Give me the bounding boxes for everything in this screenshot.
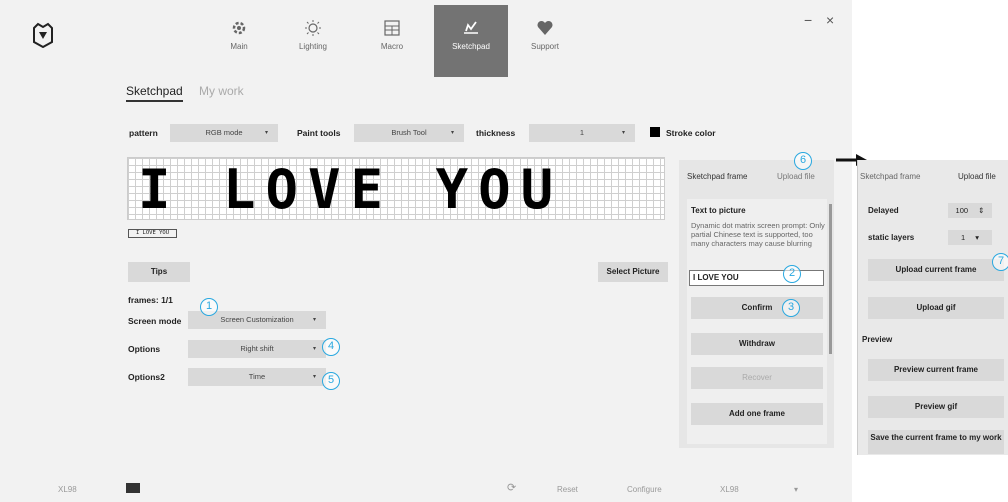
heart-icon bbox=[537, 20, 553, 35]
screen-mode-label: Screen mode bbox=[128, 316, 182, 326]
preview-label: Preview bbox=[862, 335, 893, 344]
footer-model: XL98 bbox=[58, 485, 77, 494]
panel-scrollbar[interactable] bbox=[829, 204, 832, 354]
tab-main[interactable]: Main bbox=[202, 5, 276, 77]
panel-tab-sketchpad-frame[interactable]: Sketchpad frame bbox=[687, 172, 747, 181]
thickness-select[interactable]: 1 ▾ bbox=[529, 124, 635, 142]
text-to-picture-input[interactable]: I LOVE YOU bbox=[689, 270, 824, 286]
options2-select[interactable]: Time ▾ bbox=[188, 368, 326, 386]
delayed-stepper[interactable]: 100 ⇕ bbox=[948, 203, 992, 218]
preview-current-frame-button[interactable]: Preview current frame bbox=[868, 359, 1004, 381]
callout-6: 6 bbox=[794, 152, 812, 170]
configure-button[interactable]: Configure bbox=[627, 485, 662, 494]
tab-macro[interactable]: Macro bbox=[355, 5, 429, 77]
chevron-down-icon: ▾ bbox=[312, 317, 316, 323]
paint-tools-value: Brush Tool bbox=[391, 128, 427, 137]
stroke-color-label: Stroke color bbox=[666, 128, 716, 138]
options2-label: Options2 bbox=[128, 372, 165, 382]
tab-lighting-label: Lighting bbox=[298, 42, 328, 51]
callout-3: 3 bbox=[782, 299, 800, 317]
screen-mode-value: Screen Customization bbox=[220, 315, 294, 324]
static-layers-label: static layers bbox=[868, 233, 915, 242]
matrix-text: I LOVE YOU bbox=[138, 158, 564, 220]
confirm-button[interactable]: Confirm bbox=[691, 297, 823, 319]
add-frame-button[interactable]: Add one frame bbox=[691, 403, 823, 425]
frames-counter: frames: 1/1 bbox=[128, 295, 173, 305]
tab-macro-label: Macro bbox=[380, 42, 404, 51]
minimize-button[interactable]: − bbox=[804, 12, 812, 28]
chevron-down-icon: ▾ bbox=[975, 233, 980, 242]
text-to-picture-desc: Dynamic dot matrix screen prompt: Only p… bbox=[691, 221, 825, 248]
save-frame-button[interactable]: Save the current frame to my work bbox=[868, 430, 1004, 454]
options-label: Options bbox=[128, 344, 161, 354]
tab-sketchpad[interactable]: Sketchpad bbox=[434, 5, 508, 77]
stroke-color-swatch[interactable] bbox=[650, 127, 660, 137]
tab-lighting[interactable]: Lighting bbox=[276, 5, 350, 77]
grid-icon bbox=[384, 20, 400, 36]
chevron-down-icon: ▾ bbox=[312, 346, 316, 352]
tab-sketchpad-label: Sketchpad bbox=[452, 42, 490, 51]
zoomed-upload-panel: Sketchpad frame Upload file Delayed 100 … bbox=[857, 160, 1008, 455]
static-layers-select[interactable]: 1 ▾ bbox=[948, 230, 992, 245]
keyboard-icon bbox=[126, 483, 140, 493]
options-value: Right shift bbox=[240, 344, 274, 353]
tips-button[interactable]: Tips bbox=[128, 262, 190, 282]
pattern-select[interactable]: RGB mode ▾ bbox=[170, 124, 278, 142]
chevron-down-icon: ▾ bbox=[621, 130, 625, 136]
paint-tools-select[interactable]: Brush Tool ▾ bbox=[354, 124, 464, 142]
upload-gif-button[interactable]: Upload gif bbox=[868, 297, 1004, 319]
main-window: Main Lighting Macro Sketchpad Support − … bbox=[0, 0, 852, 502]
select-picture-button[interactable]: Select Picture bbox=[598, 262, 668, 282]
pattern-value: RGB mode bbox=[205, 128, 243, 137]
panel-tab-upload-file[interactable]: Upload file bbox=[777, 172, 815, 181]
sketch-icon bbox=[464, 21, 478, 34]
paint-tools-label: Paint tools bbox=[297, 128, 341, 138]
options2-value: Time bbox=[248, 372, 266, 381]
tab-support-label: Support bbox=[530, 42, 560, 51]
tab-support[interactable]: Support bbox=[508, 5, 582, 77]
callout-7: 7 bbox=[992, 253, 1008, 271]
chevron-down-icon: ▾ bbox=[312, 374, 316, 380]
delayed-value: 100 bbox=[955, 206, 969, 215]
upload-current-frame-button[interactable]: Upload current frame bbox=[868, 259, 1004, 281]
chevron-down-icon: ▾ bbox=[450, 130, 454, 136]
matrix-thumbnail[interactable]: I LOVE YOU bbox=[128, 229, 177, 238]
delayed-label: Delayed bbox=[868, 206, 899, 215]
withdraw-button[interactable]: Withdraw bbox=[691, 333, 823, 355]
zoom-tab-sketchpad-frame[interactable]: Sketchpad frame bbox=[860, 172, 920, 181]
recover-button[interactable]: Recover bbox=[691, 367, 823, 389]
callout-4: 4 bbox=[322, 338, 340, 356]
text-to-picture-title: Text to picture bbox=[691, 206, 746, 215]
chevron-down-icon: ▾ bbox=[264, 130, 268, 136]
thickness-label: thickness bbox=[476, 128, 516, 138]
static-layers-value: 1 bbox=[960, 233, 966, 242]
zoom-tab-upload-file[interactable]: Upload file bbox=[958, 172, 996, 181]
chevron-down-icon: ▾ bbox=[794, 485, 799, 494]
callout-5: 5 bbox=[322, 372, 340, 390]
preview-gif-button[interactable]: Preview gif bbox=[868, 396, 1004, 418]
options-select[interactable]: Right shift ▾ bbox=[188, 340, 326, 358]
gear-icon bbox=[232, 21, 246, 35]
callout-1: 1 bbox=[200, 298, 218, 316]
bulb-icon bbox=[305, 20, 321, 36]
pattern-label: pattern bbox=[129, 128, 158, 138]
close-button[interactable]: × bbox=[826, 12, 834, 28]
tab-main-label: Main bbox=[230, 42, 248, 51]
dot-matrix-canvas[interactable]: I LOVE YOU bbox=[127, 157, 665, 220]
thickness-value: 1 bbox=[579, 128, 585, 137]
reset-button[interactable]: Reset bbox=[557, 485, 578, 494]
refresh-icon[interactable]: ⟳ bbox=[507, 481, 516, 494]
subtab-my-work[interactable]: My work bbox=[199, 84, 244, 98]
app-logo-icon bbox=[33, 22, 53, 48]
callout-2: 2 bbox=[783, 265, 801, 283]
subtab-sketchpad[interactable]: Sketchpad bbox=[126, 84, 183, 102]
spin-icon: ⇕ bbox=[978, 206, 985, 215]
status-bar: XL98 ⟳ Reset Configure XL98 ▾ bbox=[0, 476, 852, 502]
device-select[interactable]: XL98 bbox=[720, 485, 739, 494]
